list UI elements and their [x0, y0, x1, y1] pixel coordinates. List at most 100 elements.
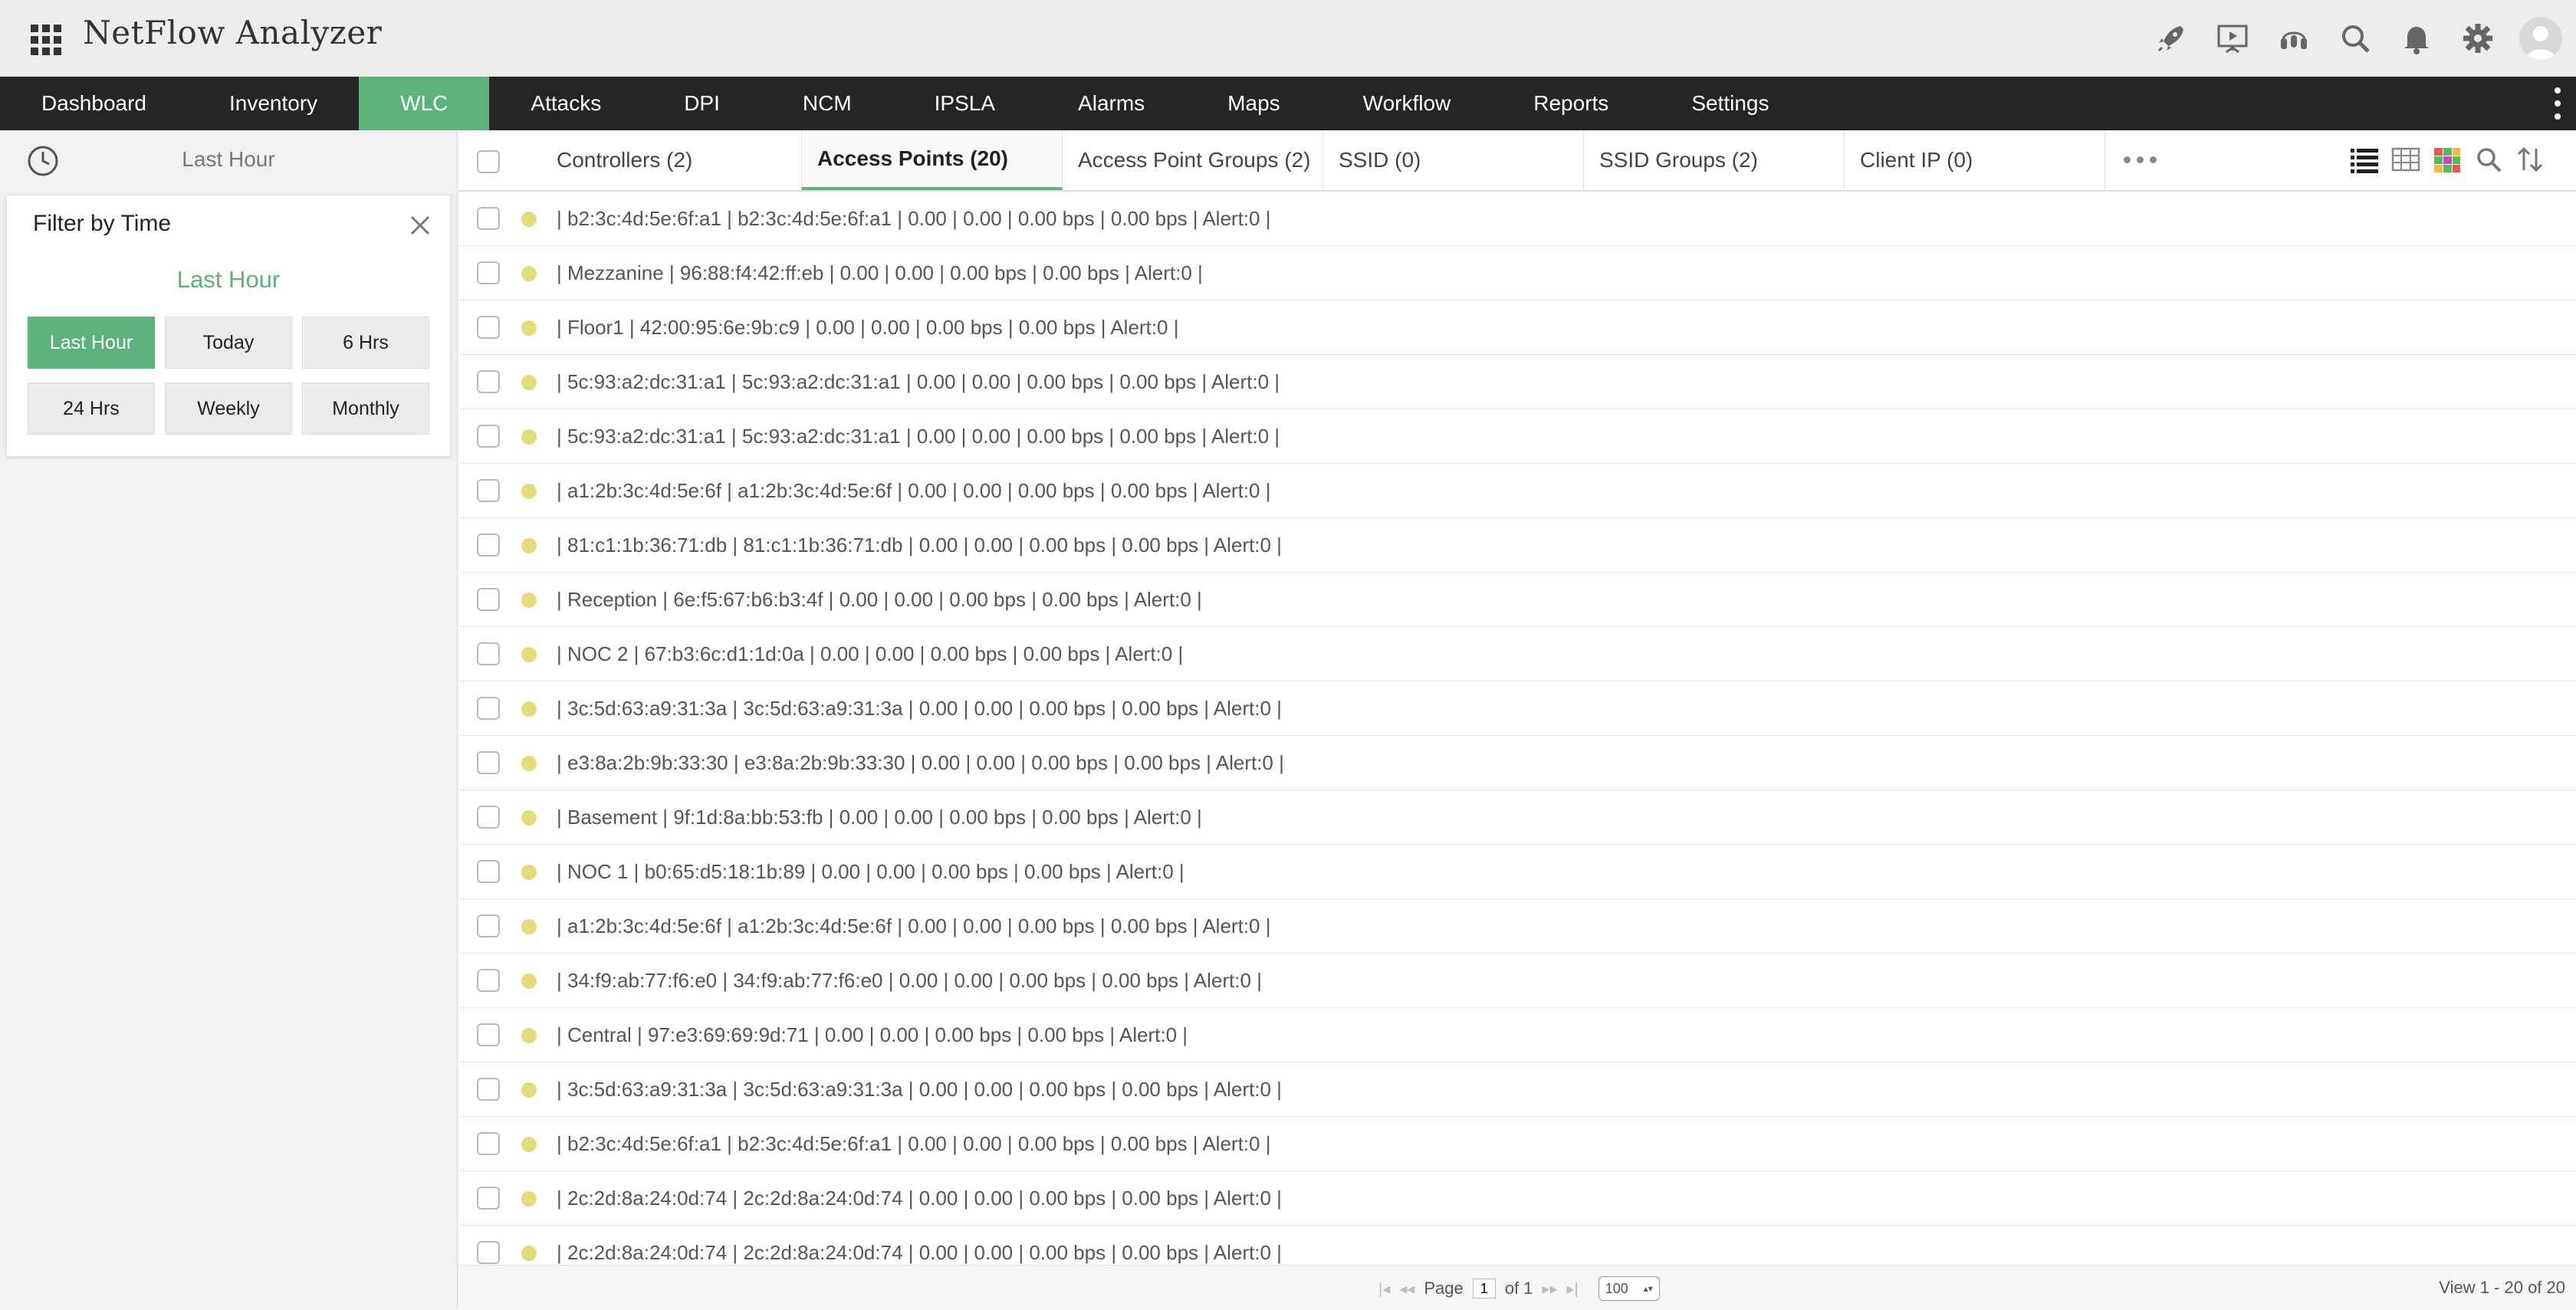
list-view-icon[interactable]: [2349, 144, 2380, 175]
prev-page-icon[interactable]: ◂◂: [1399, 1279, 1414, 1299]
table-row[interactable]: | 5c:93:a2:dc:31:a1 | 5c:93:a2:dc:31:a1 …: [458, 409, 2576, 464]
row-text[interactable]: | Central | 97:e3:69:69:9d:71 | 0.00 | 0…: [557, 1023, 1188, 1047]
table-row[interactable]: | 3c:5d:63:a9:31:3a | 3c:5d:63:a9:31:3a …: [458, 1062, 2576, 1117]
search-icon[interactable]: [2473, 144, 2504, 175]
user-avatar[interactable]: [2519, 17, 2562, 60]
table-row[interactable]: | Mezzanine | 96:88:f4:42:ff:eb | 0.00 |…: [458, 246, 2576, 300]
row-checkbox[interactable]: [477, 370, 500, 393]
row-text[interactable]: | b2:3c:4d:5e:6f:a1 | b2:3c:4d:5e:6f:a1 …: [557, 207, 1270, 231]
nav-workflow[interactable]: Workflow: [1322, 77, 1493, 130]
monthly-button[interactable]: Monthly: [302, 382, 429, 435]
today-button[interactable]: Today: [165, 317, 292, 369]
table-row[interactable]: | Central | 97:e3:69:69:9d:71 | 0.00 | 0…: [458, 1008, 2576, 1062]
close-icon[interactable]: [407, 212, 433, 238]
rows-per-page-select[interactable]: 100 ▴▾: [1598, 1276, 1660, 1301]
6-hrs-button[interactable]: 6 Hrs: [302, 317, 429, 369]
nav-attacks[interactable]: Attacks: [489, 77, 642, 130]
nav-wlc[interactable]: WLC: [359, 77, 490, 130]
table-row[interactable]: | b2:3c:4d:5e:6f:a1 | b2:3c:4d:5e:6f:a1 …: [458, 1117, 2576, 1171]
sort-icon[interactable]: [2515, 144, 2545, 175]
app-grid-icon[interactable]: [29, 23, 63, 57]
table-view-icon[interactable]: [2390, 144, 2421, 175]
row-checkbox[interactable]: [477, 207, 500, 230]
first-page-icon[interactable]: |◂: [1378, 1279, 1390, 1299]
row-checkbox[interactable]: [477, 860, 500, 883]
row-text[interactable]: | a1:2b:3c:4d:5e:6f | a1:2b:3c:4d:5e:6f …: [557, 479, 1270, 503]
row-text[interactable]: | 34:f9:ab:77:f6:e0 | 34:f9:ab:77:f6:e0 …: [557, 969, 1262, 993]
row-text[interactable]: | a1:2b:3c:4d:5e:6f | a1:2b:3c:4d:5e:6f …: [557, 914, 1270, 938]
row-text[interactable]: | Mezzanine | 96:88:f4:42:ff:eb | 0.00 |…: [557, 261, 1203, 285]
table-row[interactable]: | 81:c1:1b:36:71:db | 81:c1:1b:36:71:db …: [458, 518, 2576, 573]
table-row[interactable]: | Reception | 6e:f5:67:b6:b3:4f | 0.00 |…: [458, 573, 2576, 627]
nav-ncm[interactable]: NCM: [761, 77, 893, 130]
nav-inventory[interactable]: Inventory: [188, 77, 359, 130]
row-checkbox[interactable]: [477, 1078, 500, 1101]
nav-dpi[interactable]: DPI: [642, 77, 761, 130]
row-text[interactable]: | 81:c1:1b:36:71:db | 81:c1:1b:36:71:db …: [557, 534, 1282, 557]
row-checkbox[interactable]: [477, 697, 500, 720]
row-checkbox[interactable]: [477, 534, 500, 557]
page-number-input[interactable]: [1472, 1279, 1496, 1299]
gear-icon[interactable]: [2447, 0, 2509, 77]
time-filter-bar[interactable]: Last Hour: [0, 130, 457, 189]
time-range-label[interactable]: Last Hour: [0, 147, 457, 172]
row-checkbox[interactable]: [477, 261, 500, 284]
row-text[interactable]: | 3c:5d:63:a9:31:3a | 3c:5d:63:a9:31:3a …: [557, 697, 1282, 721]
row-text[interactable]: | b2:3c:4d:5e:6f:a1 | b2:3c:4d:5e:6f:a1 …: [557, 1132, 1270, 1156]
support-icon[interactable]: [2263, 0, 2325, 77]
tab-ssid-groups[interactable]: SSID Groups (2): [1584, 130, 1845, 190]
weekly-button[interactable]: Weekly: [165, 382, 292, 435]
nav-alarms[interactable]: Alarms: [1037, 77, 1186, 130]
row-text[interactable]: | Floor1 | 42:00:95:6e:9b:c9 | 0.00 | 0.…: [557, 316, 1178, 340]
row-text[interactable]: | 5c:93:a2:dc:31:a1 | 5c:93:a2:dc:31:a1 …: [557, 425, 1280, 448]
row-text[interactable]: | 2c:2d:8a:24:0d:74 | 2c:2d:8a:24:0d:74 …: [557, 1241, 1282, 1265]
row-checkbox[interactable]: [477, 316, 500, 339]
next-page-icon[interactable]: ▸▸: [1542, 1279, 1557, 1299]
row-checkbox[interactable]: [477, 1023, 500, 1046]
select-all-checkbox[interactable]: [477, 150, 500, 173]
nav-settings[interactable]: Settings: [1650, 77, 1810, 130]
row-checkbox[interactable]: [477, 751, 500, 774]
nav-dashboard[interactable]: Dashboard: [0, 77, 188, 130]
row-text[interactable]: | e3:8a:2b:9b:33:30 | e3:8a:2b:9b:33:30 …: [557, 751, 1284, 775]
more-vertical-icon[interactable]: [2550, 87, 2565, 120]
last-page-icon[interactable]: ▸|: [1566, 1279, 1578, 1299]
row-text[interactable]: | 5c:93:a2:dc:31:a1 | 5c:93:a2:dc:31:a1 …: [557, 370, 1280, 394]
table-row[interactable]: | NOC 1 | b0:65:d5:18:1b:89 | 0.00 | 0.0…: [458, 845, 2576, 899]
nav-reports[interactable]: Reports: [1492, 77, 1650, 130]
heatmap-view-icon[interactable]: [2432, 144, 2463, 175]
table-row[interactable]: | Floor1 | 42:00:95:6e:9b:c9 | 0.00 | 0.…: [458, 300, 2576, 355]
table-row[interactable]: | 3c:5d:63:a9:31:3a | 3c:5d:63:a9:31:3a …: [458, 681, 2576, 736]
row-text[interactable]: | NOC 1 | b0:65:d5:18:1b:89 | 0.00 | 0.0…: [557, 860, 1184, 884]
row-checkbox[interactable]: [477, 588, 500, 611]
row-text[interactable]: | Basement | 9f:1d:8a:bb:53:fb | 0.00 | …: [557, 806, 1202, 829]
row-text[interactable]: | Reception | 6e:f5:67:b6:b3:4f | 0.00 |…: [557, 588, 1202, 612]
row-checkbox[interactable]: [477, 1187, 500, 1210]
last-hour-button[interactable]: Last Hour: [28, 317, 155, 369]
row-checkbox[interactable]: [477, 914, 500, 937]
presentation-icon[interactable]: [2202, 0, 2263, 77]
search-icon[interactable]: [2325, 0, 2386, 77]
tab-access-points[interactable]: Access Points (20): [802, 130, 1063, 190]
table-row[interactable]: | e3:8a:2b:9b:33:30 | e3:8a:2b:9b:33:30 …: [458, 736, 2576, 790]
more-tabs-icon[interactable]: [2124, 156, 2157, 163]
row-checkbox[interactable]: [477, 806, 500, 829]
row-checkbox[interactable]: [477, 1241, 500, 1264]
row-checkbox[interactable]: [477, 1132, 500, 1155]
table-row[interactable]: | NOC 2 | 67:b3:6c:d1:1d:0a | 0.00 | 0.0…: [458, 627, 2576, 681]
table-row[interactable]: | Basement | 9f:1d:8a:bb:53:fb | 0.00 | …: [458, 790, 2576, 845]
table-row[interactable]: | 2c:2d:8a:24:0d:74 | 2c:2d:8a:24:0d:74 …: [458, 1171, 2576, 1226]
tab-controllers[interactable]: Controllers (2): [541, 130, 802, 190]
row-checkbox[interactable]: [477, 969, 500, 992]
row-checkbox[interactable]: [477, 479, 500, 502]
24-hrs-button[interactable]: 24 Hrs: [28, 382, 155, 435]
row-text[interactable]: | 2c:2d:8a:24:0d:74 | 2c:2d:8a:24:0d:74 …: [557, 1187, 1282, 1210]
tab-ssid[interactable]: SSID (0): [1323, 130, 1584, 190]
bell-icon[interactable]: [2386, 0, 2447, 77]
table-row[interactable]: | 34:f9:ab:77:f6:e0 | 34:f9:ab:77:f6:e0 …: [458, 954, 2576, 1008]
row-checkbox[interactable]: [477, 642, 500, 665]
nav-maps[interactable]: Maps: [1186, 77, 1321, 130]
row-text[interactable]: | 3c:5d:63:a9:31:3a | 3c:5d:63:a9:31:3a …: [557, 1078, 1282, 1102]
tab-client-ip[interactable]: Client IP (0): [1845, 130, 2105, 190]
table-row[interactable]: | a1:2b:3c:4d:5e:6f | a1:2b:3c:4d:5e:6f …: [458, 464, 2576, 518]
